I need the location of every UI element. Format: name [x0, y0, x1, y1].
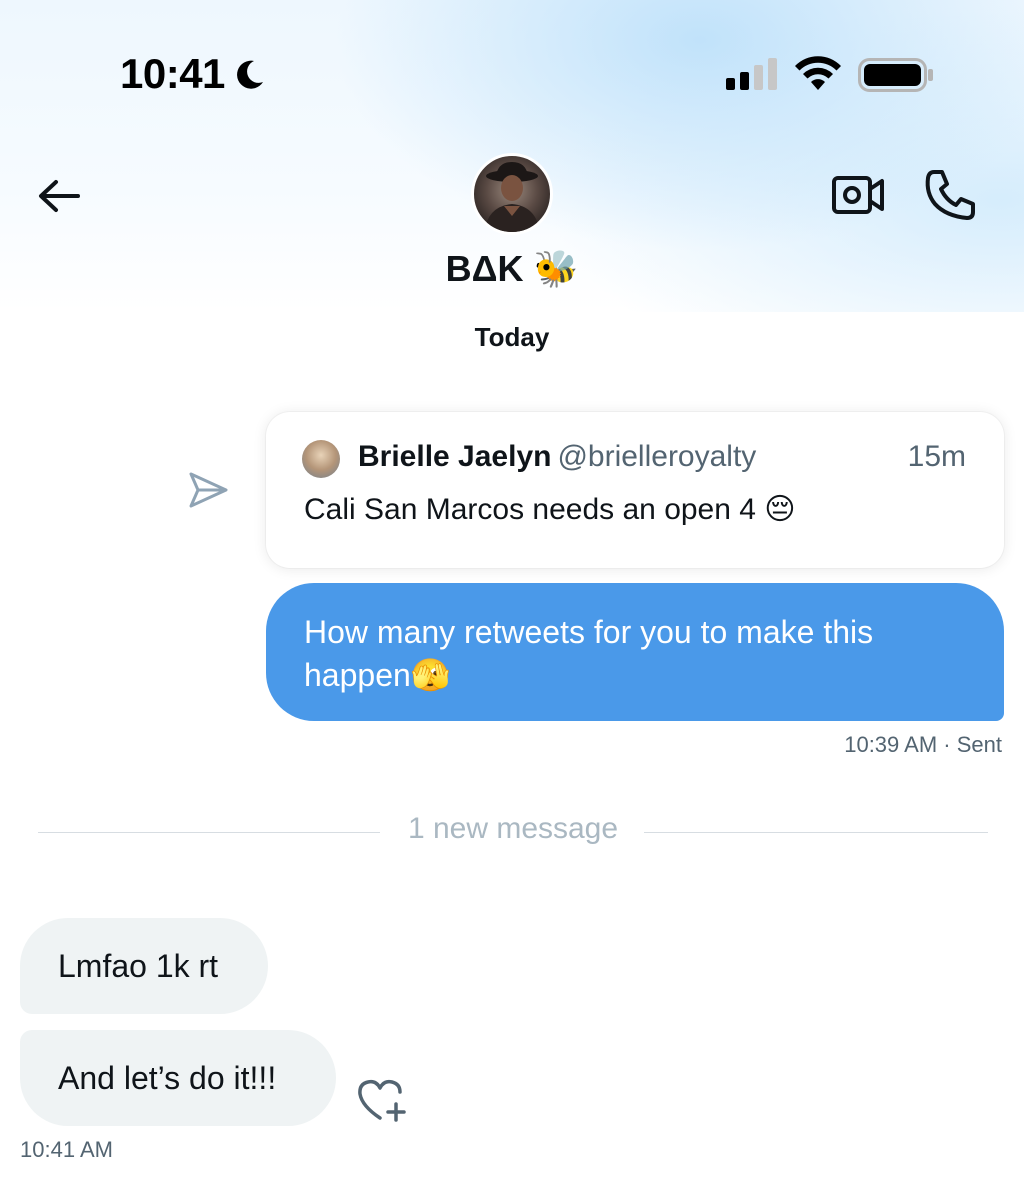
shared-tweet-card[interactable]: Brielle Jaelyn @brielleroyalty 15m Cali S…	[266, 412, 1004, 568]
outgoing-message-time: 10:39 AM	[844, 732, 938, 757]
status-time: 10:41	[120, 50, 225, 97]
share-tweet-icon[interactable]	[186, 468, 230, 512]
add-reaction-heart-icon[interactable]	[356, 1076, 410, 1124]
date-separator: Today	[474, 322, 550, 352]
contact-name[interactable]: BΔK 🐝	[0, 248, 1024, 290]
voice-call-button[interactable]	[920, 166, 980, 224]
tweet-text: Cali San Marcos needs an open 4 😔	[304, 493, 796, 526]
phone-icon	[925, 170, 975, 220]
video-camera-icon	[832, 176, 884, 214]
incoming-message-time: 10:41 AM	[20, 1137, 113, 1162]
new-message-label: 1 new message	[407, 812, 619, 845]
incoming-message-bubble[interactable]: And let’s do it!!!	[20, 1030, 336, 1126]
tweet-author-avatar	[302, 440, 340, 478]
battery-icon	[858, 58, 933, 92]
divider-line-right	[644, 832, 988, 833]
cellular-signal-icon	[726, 58, 777, 90]
arrow-left-icon	[39, 180, 80, 212]
wifi-icon	[795, 56, 841, 90]
moon-icon	[237, 60, 263, 89]
tweet-age: 15m	[907, 440, 966, 473]
back-button[interactable]	[32, 170, 84, 222]
status-bar: 10:41	[0, 0, 1024, 150]
tweet-author-line: Brielle Jaelyn @brielleroyalty	[358, 440, 756, 474]
avatar-photo	[484, 162, 540, 232]
video-call-button[interactable]	[830, 170, 886, 220]
outgoing-message-bubble[interactable]: How many retweets for you to make this h…	[266, 583, 1004, 721]
tweet-author-handle: @brielleroyalty	[557, 440, 757, 473]
outgoing-message-status: Sent	[956, 732, 1002, 757]
new-message-divider: 1 new message	[38, 812, 988, 852]
outgoing-message-meta: 10:39 AM · Sent	[844, 732, 1002, 757]
contact-avatar[interactable]	[471, 153, 553, 235]
tweet-author-name: Brielle Jaelyn	[358, 440, 552, 473]
incoming-message-bubble[interactable]: Lmfao 1k rt	[20, 918, 268, 1014]
